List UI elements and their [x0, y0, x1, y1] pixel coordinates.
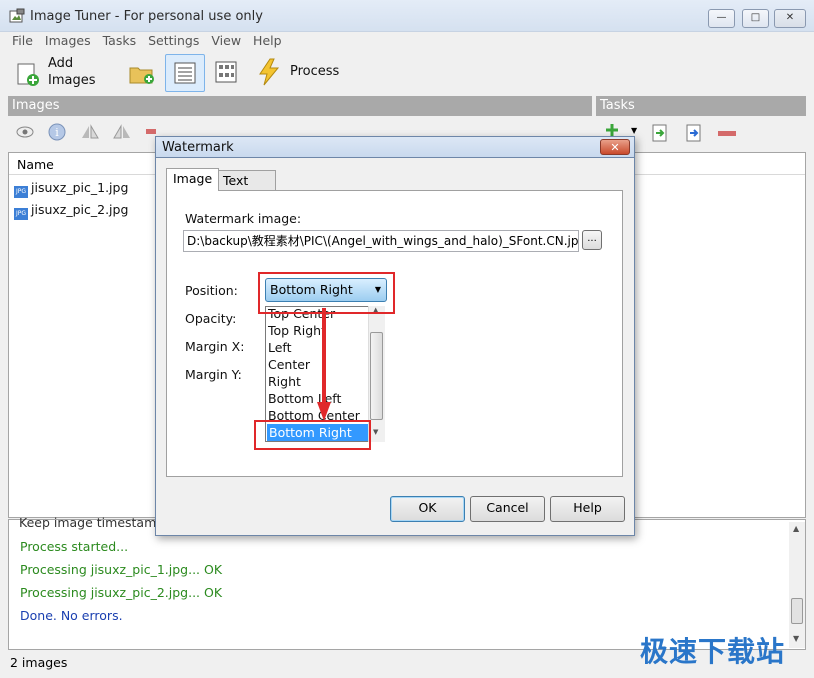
window-titlebar: Image Tuner - For personal use only — □ … — [0, 0, 814, 32]
red-arrow-icon — [317, 308, 331, 421]
dialog-titlebar: Watermark — [155, 136, 635, 158]
opacity-label: Opacity: — [185, 311, 237, 326]
toolbar: Add Images Process — [0, 50, 814, 95]
tab-image[interactable]: Image — [166, 168, 220, 191]
menu-bar: File Images Tasks Settings View Help — [0, 32, 814, 50]
list-item[interactable]: JPG jisuxz_pic_2.jpg — [14, 202, 128, 220]
file-name: jisuxz_pic_1.jpg — [31, 180, 129, 195]
menu-file[interactable]: File — [12, 32, 33, 49]
options-scroll-thumb[interactable] — [370, 332, 383, 420]
thumbnails-view-icon[interactable] — [215, 61, 237, 83]
tab-text[interactable]: Text — [216, 170, 276, 191]
log-line: Done. No errors. — [20, 608, 123, 623]
remove-task-icon[interactable] — [718, 131, 736, 137]
preview-eye-icon[interactable] — [16, 124, 34, 140]
process-button[interactable]: Process — [256, 58, 346, 86]
position-option[interactable]: Center — [268, 356, 310, 373]
maximize-button[interactable]: □ — [742, 9, 769, 28]
menu-settings[interactable]: Settings — [148, 32, 199, 49]
log-line: Processing jisuxz_pic_2.jpg... OK — [20, 585, 223, 600]
add-images-label-2: Images — [48, 73, 96, 88]
jpg-file-icon: JPG — [14, 208, 28, 220]
margin-x-label: Margin X: — [185, 339, 245, 354]
window-title: Image Tuner - For personal use only — [30, 9, 263, 24]
add-image-icon — [17, 63, 39, 86]
add-images-button[interactable]: Add Images — [12, 54, 98, 92]
position-option[interactable]: Right — [268, 373, 301, 390]
scroll-up-icon[interactable]: ▲ — [793, 524, 799, 533]
tasks-panel-header: Tasks — [596, 96, 806, 116]
dialog-close-button[interactable]: ✕ — [600, 139, 630, 155]
jpg-file-icon: JPG — [14, 186, 28, 198]
close-button[interactable]: ✕ — [774, 9, 806, 28]
status-text: 2 images — [10, 655, 68, 670]
site-watermark: 极速下载站 — [640, 635, 786, 668]
help-button[interactable]: Help — [550, 496, 625, 522]
log-line: Processing jisuxz_pic_1.jpg... OK — [20, 562, 223, 577]
log-scrollbar[interactable]: ▲ ▼ — [789, 522, 805, 648]
add-images-label-1: Add — [48, 56, 74, 71]
details-view-icon — [174, 62, 196, 84]
position-label: Position: — [185, 283, 238, 298]
dialog-title: Watermark — [162, 140, 234, 155]
ok-button[interactable]: OK — [390, 496, 465, 522]
browse-button[interactable]: ... — [582, 230, 602, 250]
position-option[interactable]: Left — [268, 339, 292, 356]
menu-tasks[interactable]: Tasks — [103, 32, 137, 49]
export-task-icon[interactable] — [686, 124, 702, 142]
add-task-dropdown-icon[interactable]: ▼ — [631, 126, 637, 135]
view-details-button[interactable] — [165, 54, 205, 92]
svg-text:i: i — [55, 126, 59, 139]
menu-images[interactable]: Images — [45, 32, 91, 49]
cancel-button[interactable]: Cancel — [470, 496, 545, 522]
highlight-box-option — [254, 420, 371, 450]
watermark-path-field[interactable]: D:\backup\教程素材\PIC\(Angel_with_wings_and… — [183, 230, 579, 252]
flip-horizontal-icon[interactable] — [80, 124, 100, 140]
add-folder-icon[interactable] — [128, 62, 156, 86]
lightning-icon — [259, 58, 280, 86]
remove-image-icon[interactable] — [146, 129, 156, 135]
info-icon[interactable]: i — [48, 123, 66, 141]
file-name: jisuxz_pic_2.jpg — [31, 202, 129, 217]
images-panel-header: Images — [8, 96, 592, 116]
log-partial-line: Keep image timestamp — [19, 515, 165, 530]
log-line: Process started... — [20, 539, 129, 554]
scroll-down-icon[interactable]: ▼ — [373, 428, 378, 436]
minimize-button[interactable]: — — [708, 9, 735, 28]
process-label: Process — [290, 64, 340, 79]
menu-help[interactable]: Help — [253, 32, 282, 49]
column-name-header[interactable]: Name — [17, 157, 54, 172]
margin-y-label: Margin Y: — [185, 367, 242, 382]
watermark-image-label: Watermark image: — [185, 211, 302, 226]
list-item[interactable]: JPG jisuxz_pic_1.jpg — [14, 180, 128, 198]
menu-view[interactable]: View — [211, 32, 241, 49]
app-icon — [9, 8, 25, 23]
scroll-thumb[interactable] — [791, 598, 803, 624]
flip-vertical-icon[interactable] — [112, 124, 132, 140]
import-task-icon[interactable] — [652, 124, 668, 142]
scroll-down-icon[interactable]: ▼ — [793, 634, 799, 643]
